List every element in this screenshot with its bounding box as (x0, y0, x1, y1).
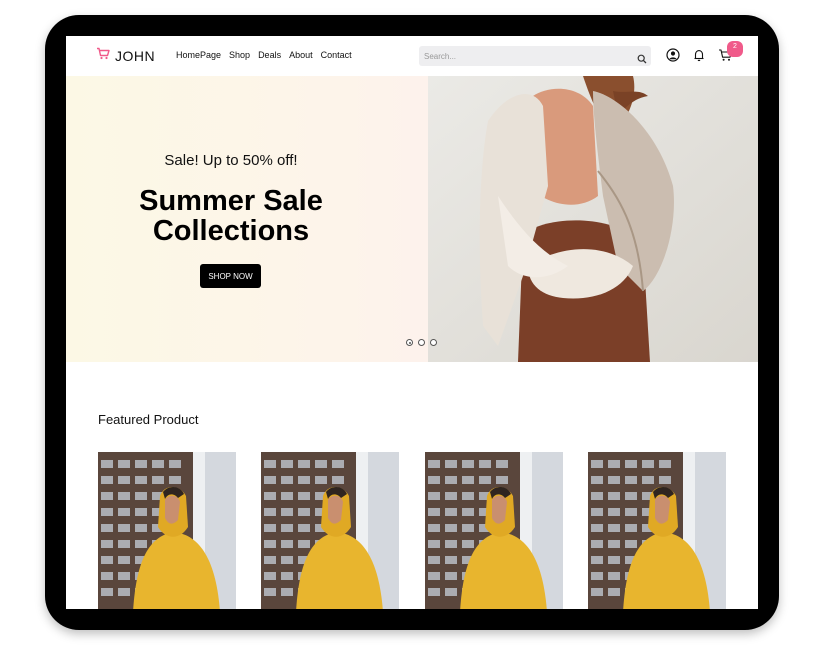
product-grid (98, 452, 727, 609)
hero-model-image (428, 76, 758, 362)
nav-item-shop[interactable]: Shop (229, 50, 250, 60)
hero-title-line1: Summer Sale (139, 185, 323, 217)
hero-subtitle: Sale! Up to 50% off! (164, 152, 298, 169)
carousel-dot-3[interactable] (430, 339, 437, 346)
hero-banner: Sale! Up to 50% off! Summer Sale Collect… (66, 76, 758, 362)
site-header: JOHN HomePage Shop Deals About Contact S… (66, 36, 758, 76)
cart-button[interactable]: 2 (718, 41, 743, 64)
bell-icon[interactable] (692, 48, 708, 64)
product-card-3[interactable] (425, 452, 563, 609)
logo[interactable]: JOHN (96, 47, 155, 65)
cart-count-badge: 2 (727, 41, 743, 57)
hero-text-panel: Sale! Up to 50% off! Summer Sale Collect… (66, 76, 428, 362)
product-card-1[interactable] (98, 452, 236, 609)
search-icon[interactable] (637, 51, 647, 69)
nav-item-homepage[interactable]: HomePage (176, 50, 221, 60)
carousel-dot-1[interactable] (406, 339, 413, 346)
main-nav: HomePage Shop Deals About Contact (176, 50, 352, 60)
cart-logo-icon (96, 47, 110, 65)
search-input[interactable] (424, 46, 629, 66)
hero-title-line2: Collections (152, 215, 310, 247)
browser-screen: JOHN HomePage Shop Deals About Contact S… (66, 36, 758, 609)
search-bar (419, 46, 651, 66)
header-icons: 2 (666, 41, 743, 64)
product-card-4[interactable] (588, 452, 726, 609)
nav-item-contact[interactable]: Contact (321, 50, 352, 60)
carousel-dot-2[interactable] (418, 339, 425, 346)
nav-item-about[interactable]: About (289, 50, 313, 60)
user-icon[interactable] (666, 48, 682, 64)
nav-item-deals[interactable]: Deals (258, 50, 281, 60)
carousel-dots (406, 339, 437, 346)
shop-now-button[interactable]: SHOP NOW (200, 264, 261, 288)
featured-section-title: Featured Product (98, 412, 199, 427)
logo-text: JOHN (115, 48, 156, 64)
hero-title: Summer Sale Collections (66, 186, 396, 246)
product-card-2[interactable] (261, 452, 399, 609)
